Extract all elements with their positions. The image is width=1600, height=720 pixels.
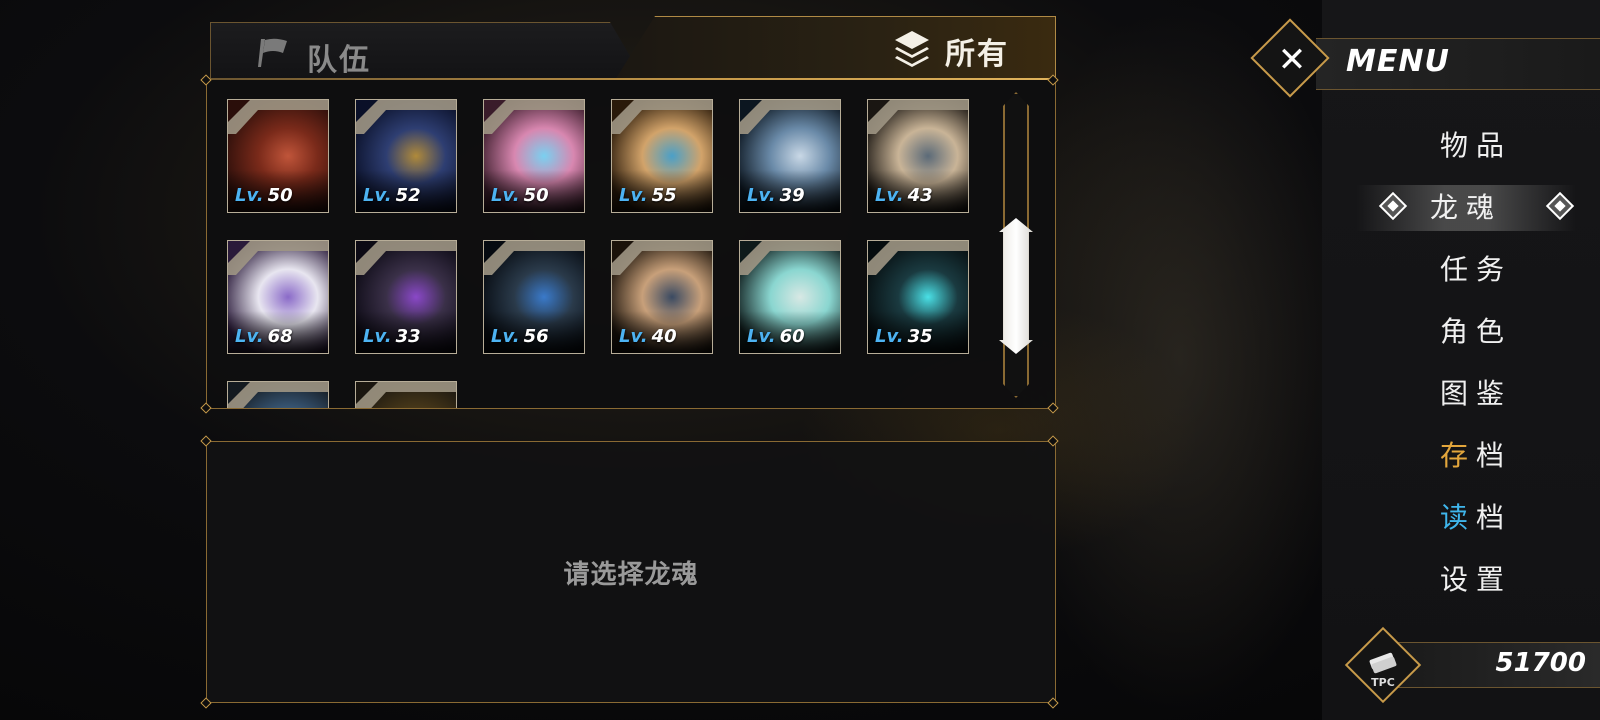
dragon-soul-card[interactable]: Lv. 50 [227, 99, 329, 213]
load-accent-char: 读 [1440, 501, 1477, 534]
dragon-soul-card[interactable] [355, 381, 457, 408]
dragon-soul-card[interactable]: Lv. 60 [739, 240, 841, 354]
level-label: Lv. 43 [875, 185, 933, 206]
level-prefix: Lv. [363, 326, 392, 347]
menu-title: MENU [1346, 44, 1450, 79]
currency-value: 51700 [1495, 648, 1586, 678]
level-prefix: Lv. [619, 185, 648, 206]
close-icon[interactable]: ✕ [1272, 40, 1312, 80]
menu-item-settings[interactable]: 设置 [1440, 558, 1600, 604]
level-label: Lv. 50 [235, 185, 293, 206]
menu-panel [1322, 0, 1600, 720]
save-accent-char: 存 [1440, 439, 1477, 472]
cash-icon: TPC [1362, 644, 1404, 689]
level-label: Lv. 35 [875, 326, 933, 347]
level-prefix: Lv. [491, 326, 520, 347]
level-label: Lv. 52 [363, 185, 421, 206]
tab-team[interactable]: 队伍 [210, 22, 630, 78]
dragon-soul-card[interactable]: Lv. 40 [611, 240, 713, 354]
menu-item-label: 龙魂 [1429, 191, 1502, 224]
menu-item-load[interactable]: 读档 [1440, 496, 1600, 542]
level-value: 40 [651, 326, 677, 347]
save-rest-char: 档 [1476, 439, 1513, 472]
dragon-soul-card[interactable]: Lv. 56 [483, 240, 585, 354]
level-prefix: Lv. [747, 185, 776, 206]
level-prefix: Lv. [235, 326, 264, 347]
menu-item-label: 物品 [1440, 129, 1513, 162]
menu-item-label: 角色 [1440, 315, 1513, 348]
level-value: 56 [523, 326, 549, 347]
dragon-soul-card[interactable]: Lv. 52 [355, 99, 457, 213]
level-prefix: Lv. [747, 326, 776, 347]
dragon-soul-card[interactable]: Lv. 39 [739, 99, 841, 213]
dragon-soul-card[interactable]: Lv. 35 [867, 240, 969, 354]
level-label: Lv. 68 [235, 326, 293, 347]
dragon-soul-card[interactable] [227, 381, 329, 408]
level-prefix: Lv. [619, 326, 648, 347]
level-value: 50 [267, 185, 293, 206]
level-value: 33 [395, 326, 421, 347]
level-value: 43 [907, 185, 933, 206]
currency-icon-label: TPC [1371, 676, 1395, 689]
scrollbar-thumb[interactable] [999, 218, 1033, 354]
tab-all[interactable]: 所有 [615, 16, 1056, 80]
menu-item-characters[interactable]: 角色 [1440, 310, 1600, 356]
tab-team-label: 队伍 [307, 43, 371, 78]
level-label: Lv. 60 [747, 326, 805, 347]
menu-item-items[interactable]: 物品 [1440, 124, 1600, 170]
menu-item-label: 任务 [1440, 253, 1513, 286]
level-label: Lv. 55 [619, 185, 677, 206]
level-label: Lv. 50 [491, 185, 549, 206]
dragon-soul-card[interactable]: Lv. 43 [867, 99, 969, 213]
level-label: Lv. 33 [363, 326, 421, 347]
level-value: 60 [779, 326, 805, 347]
level-value: 52 [395, 185, 421, 206]
level-value: 35 [907, 326, 933, 347]
level-prefix: Lv. [875, 326, 904, 347]
level-value: 50 [523, 185, 549, 206]
dragon-soul-card[interactable]: Lv. 55 [611, 99, 713, 213]
menu-item-quests[interactable]: 任务 [1440, 248, 1600, 294]
level-label: Lv. 56 [491, 326, 549, 347]
load-rest-char: 档 [1476, 501, 1513, 534]
layers-icon [895, 31, 929, 67]
flag-icon [258, 38, 287, 67]
detail-panel: 请选择龙魂 [206, 441, 1056, 703]
menu-item-label: 设置 [1440, 563, 1513, 596]
dragon-soul-card[interactable]: Lv. 50 [483, 99, 585, 213]
level-prefix: Lv. [875, 185, 904, 206]
dragon-soul-grid: Lv. 50 Lv. 52 Lv. 50 Lv. 55 Lv. 39 Lv. 43 Lv. 68 Lv. 33… [206, 80, 1056, 409]
menu-item-save[interactable]: 存档 [1440, 434, 1600, 480]
menu-item-codex[interactable]: 图鉴 [1440, 372, 1600, 418]
select-hint: 请选择龙魂 [563, 560, 699, 590]
level-value: 55 [651, 185, 677, 206]
dragon-soul-card[interactable]: Lv. 33 [355, 240, 457, 354]
level-label: Lv. 39 [747, 185, 805, 206]
level-value: 68 [267, 326, 293, 347]
level-prefix: Lv. [235, 185, 264, 206]
menu-item-label: 图鉴 [1440, 377, 1513, 410]
level-prefix: Lv. [363, 185, 392, 206]
level-label: Lv. 40 [619, 326, 677, 347]
dragon-soul-card[interactable]: Lv. 68 [227, 240, 329, 354]
level-value: 39 [779, 185, 805, 206]
tab-all-label: 所有 [945, 37, 1009, 72]
level-prefix: Lv. [491, 185, 520, 206]
